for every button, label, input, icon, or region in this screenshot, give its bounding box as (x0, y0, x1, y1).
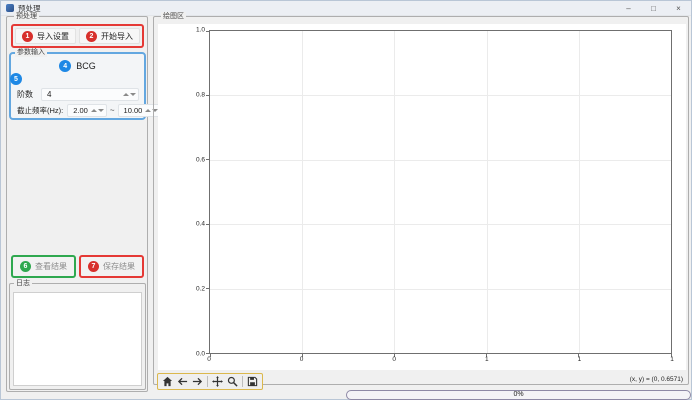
maximize-button[interactable]: □ (641, 1, 666, 16)
forward-icon[interactable] (192, 376, 203, 387)
view-results-label: 查看结果 (35, 261, 67, 272)
y-tick-labels: 1.00.80.60.40.20.0 (158, 30, 205, 354)
y-tick-label: 0.0 (196, 351, 205, 358)
plot-canvas[interactable]: 1.0 0.8 0.6 0.4 0.2 0.0 0 0 0 1 1 1 (158, 24, 686, 370)
start-import-label: 开始导入 (101, 31, 133, 42)
order-label: 阶数 (17, 89, 33, 100)
home-icon[interactable] (162, 376, 173, 387)
app-window: 预处理 – □ × 预处理 1 导入设置 2 开始导入 参数输入 4 BCG (0, 0, 692, 400)
annotation-badge-5: 5 (10, 73, 22, 85)
parameter-group-label: 参数输入 (15, 48, 47, 57)
import-settings-label: 导入设置 (37, 31, 69, 42)
save-icon[interactable] (247, 376, 258, 387)
x-tick-label: 1 (485, 356, 489, 363)
order-spin-arrows (123, 93, 136, 96)
y-tick-label: 0.2 (196, 286, 205, 293)
y-tick-label: 0.8 (196, 91, 205, 98)
spin-up-icon[interactable] (123, 93, 129, 96)
back-icon[interactable] (177, 376, 188, 387)
toolbar-separator (242, 376, 243, 387)
view-results-button[interactable]: 6 查看结果 (11, 255, 76, 278)
window-controls: – □ × (616, 1, 691, 16)
save-results-label: 保存结果 (103, 261, 135, 272)
import-buttons-frame: 1 导入设置 2 开始导入 (11, 24, 144, 48)
cutoff-label: 截止频率(Hz): (17, 105, 63, 116)
spin-down-icon[interactable] (98, 109, 104, 112)
minimize-button[interactable]: – (616, 1, 641, 16)
pan-icon[interactable] (212, 376, 223, 387)
progress-bar: 0% (346, 390, 691, 400)
plot-area-group: 绘图区 1.00.80.60.40.20.0 000111 (153, 16, 689, 385)
y-tick-label: 0.6 (196, 156, 205, 163)
annotation-badge-1: 1 (22, 31, 33, 42)
cursor-coords-readout: (x, y) = (0, 0.6571) (630, 376, 683, 383)
order-spinbox[interactable]: 4 (41, 88, 139, 101)
x-tick-labels: 0 0 0 1 1 1 (209, 356, 672, 365)
cutoff-high-value: 10.00 (124, 106, 143, 115)
spin-up-icon[interactable] (145, 109, 151, 112)
titlebar: 预处理 – □ × (1, 1, 691, 16)
start-import-button[interactable]: 2 开始导入 (79, 28, 140, 44)
plot-axes[interactable] (209, 30, 672, 354)
log-group-label: 日志 (14, 279, 32, 288)
x-tick-label: 1 (670, 356, 674, 363)
log-group: 日志 (9, 283, 146, 390)
signal-type-label: BCG (76, 61, 96, 71)
close-button[interactable]: × (666, 1, 691, 16)
preprocess-group-label: 预处理 (14, 12, 39, 21)
annotation-badge-6: 6 (20, 261, 31, 272)
save-results-button[interactable]: 7 保存结果 (79, 255, 144, 278)
progress-value: 0% (513, 391, 523, 399)
annotation-badge-7: 7 (88, 261, 99, 272)
x-tick-label: 0 (392, 356, 396, 363)
plot-group-label: 绘图区 (161, 12, 186, 21)
log-output[interactable] (13, 292, 142, 386)
x-tick-label: 0 (300, 356, 304, 363)
order-value: 4 (47, 90, 123, 99)
y-tick-label: 1.0 (196, 27, 205, 34)
zoom-icon[interactable] (227, 376, 238, 387)
cutoff-row: 截止频率(Hz): 2.00 ~ 10.00 (17, 103, 139, 117)
y-tick-label: 0.4 (196, 221, 205, 228)
spin-up-icon[interactable] (91, 109, 97, 112)
order-row: 阶数 4 (17, 87, 139, 101)
annotation-badge-2: 2 (86, 31, 97, 42)
plot-nav-toolbar (157, 373, 263, 390)
cutoff-low-value: 2.00 (73, 106, 88, 115)
range-separator: ~ (110, 106, 115, 115)
signal-type-row: 4 BCG (11, 60, 144, 72)
cutoff-low-spinbox[interactable]: 2.00 (67, 104, 107, 117)
app-icon (6, 4, 14, 12)
x-tick-label: 0 (207, 356, 211, 363)
cutoff-low-spin-arrows (91, 109, 104, 112)
import-settings-button[interactable]: 1 导入设置 (15, 28, 76, 44)
parameter-input-group: 参数输入 4 BCG 5 阶数 4 截止频率(Hz): 2. (9, 52, 146, 120)
result-buttons-row: 6 查看结果 7 保存结果 (11, 255, 144, 278)
spin-down-icon[interactable] (130, 93, 136, 96)
toolbar-separator (207, 376, 208, 387)
x-tick-label: 1 (578, 356, 582, 363)
annotation-badge-4: 4 (59, 60, 71, 72)
preprocess-group: 预处理 1 导入设置 2 开始导入 参数输入 4 BCG 5 阶数 4 (6, 16, 148, 392)
